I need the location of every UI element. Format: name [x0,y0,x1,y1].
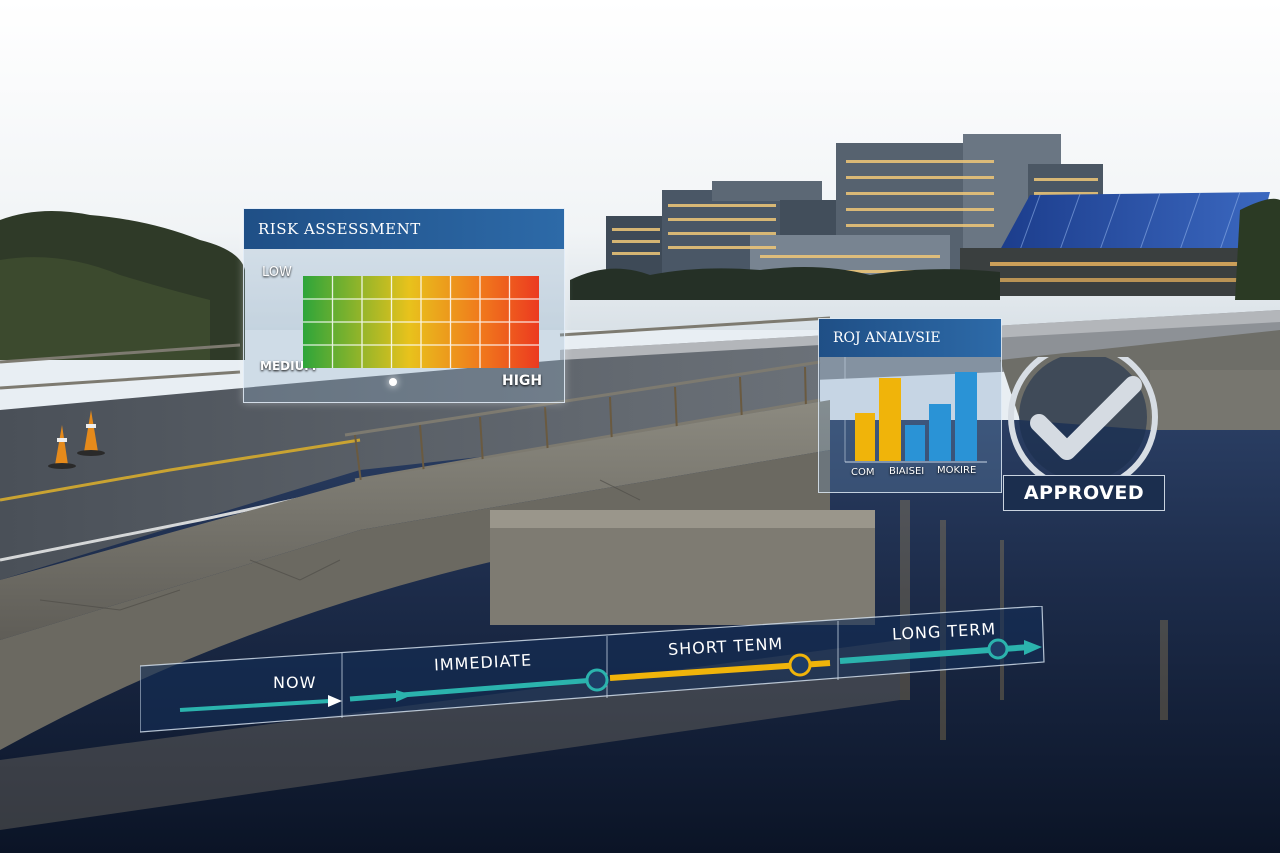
risk-heat-grid [303,276,539,368]
roi-axis-label-2: BIAISEI [889,466,925,477]
risk-indicator-dot [389,378,397,386]
roi-bar-3 [905,425,925,461]
risk-assessment-panel: RISK ASSESSMENT LOW MEDIUM HIGH [243,208,565,403]
timeline-banner: NOW IMMEDIATE SHORT TENM LONG TERM [140,606,1045,736]
risk-panel-title: RISK ASSESSMENT [258,220,421,238]
risk-label-low: LOW [262,265,292,280]
roi-bar-2 [879,378,901,461]
timeline-stage-now: NOW [273,673,317,692]
approved-label-plate: APPROVED [1003,475,1165,511]
roi-bar-5 [955,372,977,461]
roi-panel-title: ROJ ANALVSIE [833,330,941,346]
risk-label-high: HIGH [502,373,543,389]
roi-axis-label-3: MOKIRE [937,465,977,476]
checkmark-icon [1008,357,1158,482]
roi-panel-header: ROJ ANALVSIE [819,319,1001,357]
roi-bar-4 [929,404,951,461]
approved-label: APPROVED [1023,482,1145,504]
approved-badge: APPROVED [1003,357,1165,512]
risk-panel-header: RISK ASSESSMENT [244,209,564,249]
roi-bar-1 [855,413,875,461]
roi-analysis-panel: ROJ ANALVSIE COM BIAISEI MOKIRE [818,318,1002,493]
roi-axis-label-1: COM [851,467,875,478]
